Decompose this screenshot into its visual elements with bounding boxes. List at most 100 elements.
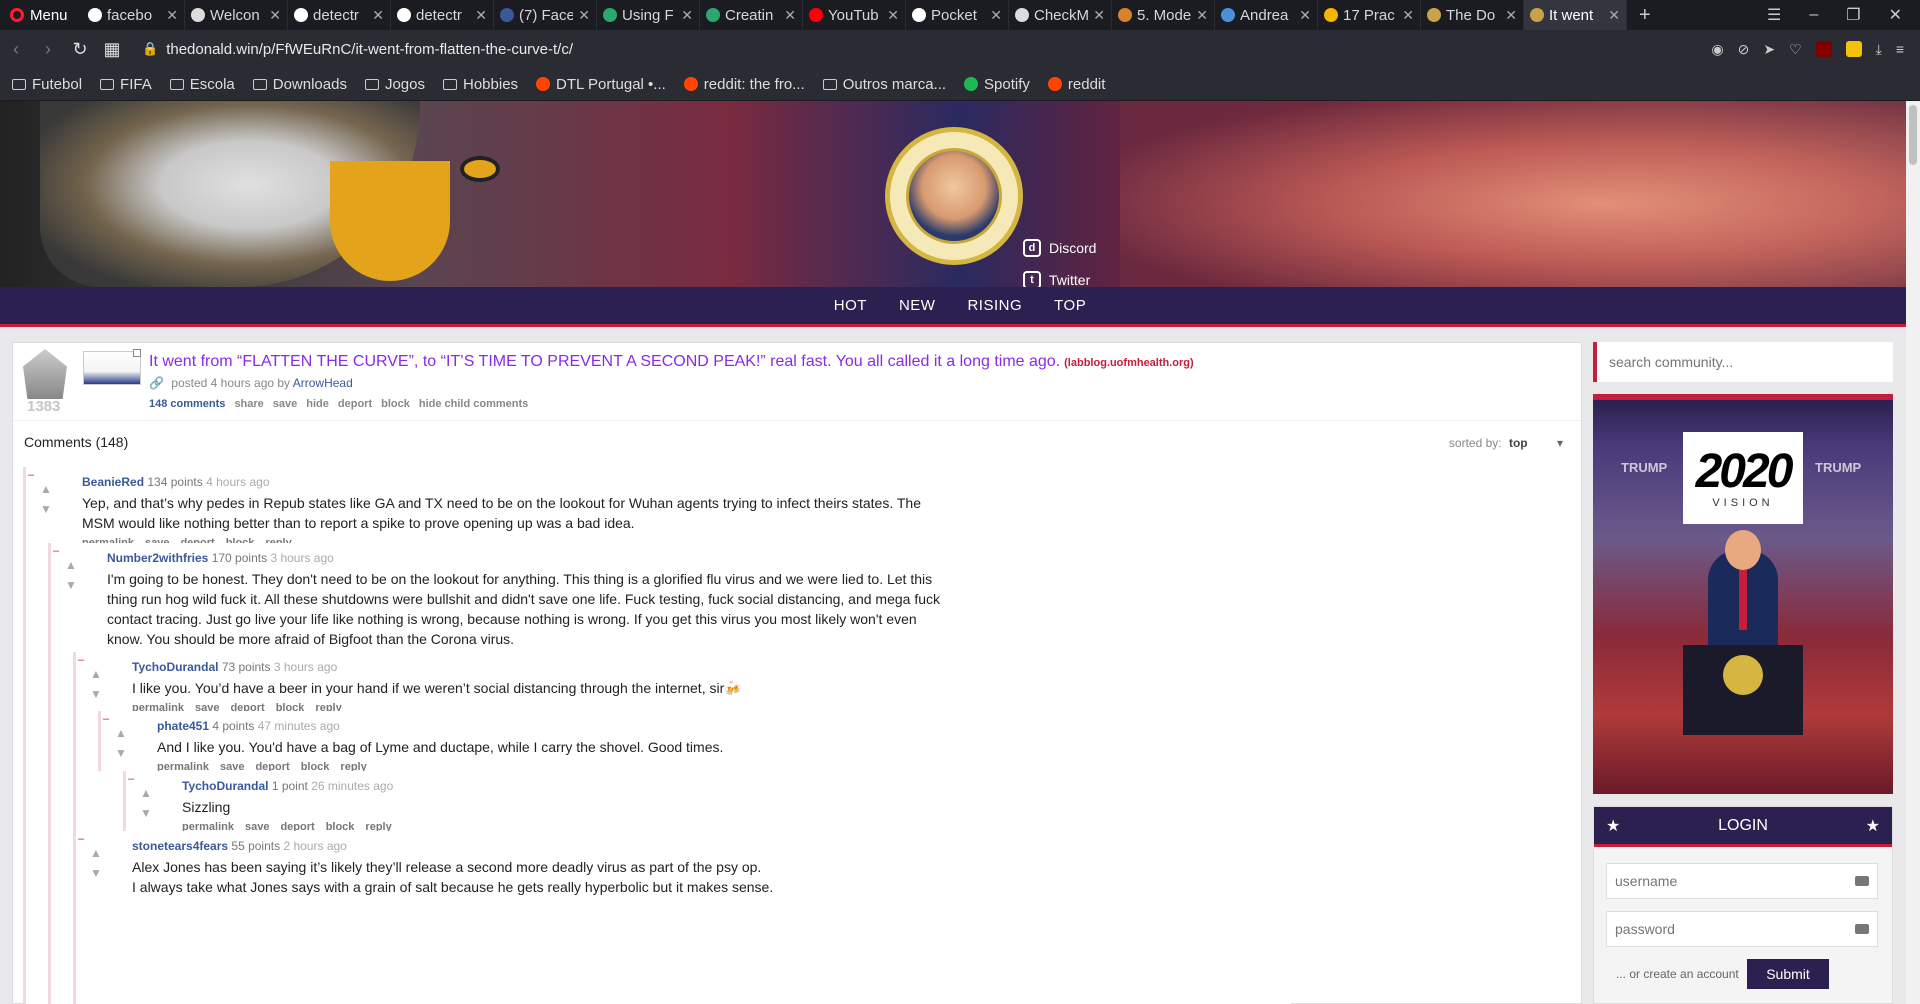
upvote-icon[interactable]: ▲ [90, 664, 102, 684]
comment-author[interactable]: TychoDurandal [132, 660, 218, 674]
tab-menu-icon[interactable]: ☰ [1767, 5, 1781, 25]
comment-author[interactable]: TychoDurandal [182, 779, 268, 793]
collapse-icon[interactable]: – [128, 773, 134, 785]
bookmark-item[interactable]: Escola [169, 76, 235, 93]
close-tab-icon[interactable]: ✕ [1299, 7, 1311, 24]
post-action-link[interactable]: deport [338, 398, 372, 410]
scrollbar-thumb[interactable] [1909, 105, 1917, 165]
social-link[interactable]: d Discord [1023, 232, 1111, 264]
browser-tab[interactable]: Creatin ✕ [700, 0, 803, 30]
page-scrollbar[interactable] [1906, 101, 1920, 1004]
post-action-link[interactable]: share [234, 398, 263, 410]
browser-tab[interactable]: Pocket ✕ [906, 0, 1009, 30]
browser-tab[interactable]: Welcon ✕ [185, 0, 288, 30]
browser-tab[interactable]: Andrea ✕ [1215, 0, 1318, 30]
nav-rising[interactable]: RISING [967, 297, 1022, 314]
upvote-icon[interactable]: ▲ [65, 555, 77, 575]
post-title[interactable]: It went from “FLATTEN THE CURVE”, to “IT… [149, 353, 1194, 371]
back-icon[interactable]: ‹ [0, 39, 32, 60]
close-tab-icon[interactable]: ✕ [1093, 7, 1105, 24]
collapse-icon[interactable]: – [103, 713, 109, 725]
collapse-icon[interactable]: – [53, 545, 59, 557]
downvote-icon[interactable]: ▼ [115, 743, 127, 763]
collapse-icon[interactable]: – [78, 654, 84, 666]
adblock-icon[interactable]: ⊘ [1738, 41, 1750, 58]
reload-icon[interactable]: ↻ [64, 39, 96, 60]
search-input[interactable] [1597, 342, 1893, 382]
collapse-icon[interactable]: – [78, 833, 84, 845]
post-action-link[interactable]: block [381, 398, 410, 410]
close-tab-icon[interactable]: ✕ [1196, 7, 1208, 24]
post-domain[interactable]: (labblog.uofmhealth.org) [1064, 357, 1194, 369]
browser-tab[interactable]: detectr ✕ [288, 0, 391, 30]
post-action-link[interactable]: save [273, 398, 297, 410]
browser-tab[interactable]: facebo ✕ [82, 0, 185, 30]
upvote-icon[interactable]: ▲ [115, 723, 127, 743]
close-tab-icon[interactable]: ✕ [1608, 7, 1620, 24]
community-avatar[interactable] [23, 349, 67, 399]
expand-icon[interactable] [133, 349, 141, 357]
post-action-link[interactable]: 148 comments [149, 398, 225, 410]
browser-tab[interactable]: YouTub ✕ [803, 0, 906, 30]
browser-tab[interactable]: 5. Mode ✕ [1112, 0, 1215, 30]
comment-author[interactable]: Number2withfries [107, 551, 208, 565]
browser-menu-button[interactable]: Menu [0, 0, 82, 30]
bookmark-item[interactable]: FIFA [100, 76, 152, 93]
bookmark-item[interactable]: Spotify [964, 76, 1030, 93]
bookmark-item[interactable]: Downloads [252, 76, 347, 93]
post-action-link[interactable]: hide child comments [419, 398, 528, 410]
social-link[interactable]: t Twitter [1023, 264, 1111, 287]
close-tab-icon[interactable]: ✕ [887, 7, 899, 24]
browser-tab[interactable]: detectr ✕ [391, 0, 494, 30]
downvote-icon[interactable]: ▼ [65, 575, 77, 595]
maximize-icon[interactable]: ❐ [1846, 5, 1860, 25]
bookmark-item[interactable]: Jogos [364, 76, 425, 93]
post-title-text[interactable]: It went from “FLATTEN THE CURVE”, to “IT… [149, 353, 1060, 370]
comment-author[interactable]: stonetears4fears [132, 839, 228, 853]
collapse-icon[interactable]: – [28, 469, 34, 481]
close-tab-icon[interactable]: ✕ [578, 7, 590, 24]
downvote-icon[interactable]: ▼ [40, 499, 52, 519]
nav-new[interactable]: NEW [899, 297, 936, 314]
browser-tab[interactable]: CheckM ✕ [1009, 0, 1112, 30]
close-tab-icon[interactable]: ✕ [475, 7, 487, 24]
close-tab-icon[interactable]: ✕ [784, 7, 796, 24]
minimize-icon[interactable]: – [1809, 6, 1818, 24]
downvote-icon[interactable]: ▼ [90, 684, 102, 704]
camera-icon[interactable]: ◉ [1711, 41, 1723, 58]
bookmark-item[interactable]: DTL Portugal •... [536, 76, 666, 93]
downvote-icon[interactable]: ▼ [140, 803, 152, 823]
url-field[interactable]: thedonald.win/p/FfWEuRnC/it-went-from-fl… [166, 41, 1711, 58]
sort-value[interactable]: top [1509, 436, 1528, 450]
bookmark-item[interactable]: reddit: the fro... [683, 76, 805, 93]
close-tab-icon[interactable]: ✕ [166, 7, 178, 24]
comment-author[interactable]: phate451 [157, 719, 209, 733]
close-tab-icon[interactable]: ✕ [1402, 7, 1414, 24]
extension-icon[interactable] [1845, 41, 1862, 57]
password-manager-icon[interactable] [1855, 924, 1869, 934]
chevron-down-icon[interactable]: ▾ [1557, 436, 1563, 450]
upvote-icon[interactable]: ▲ [140, 783, 152, 803]
close-tab-icon[interactable]: ✕ [681, 7, 693, 24]
bookmark-item[interactable]: reddit [1047, 76, 1105, 93]
new-tab-button[interactable]: + [1627, 4, 1663, 27]
nav-top[interactable]: TOP [1054, 297, 1086, 314]
create-account-link[interactable]: ... or create an account [1616, 967, 1739, 981]
close-tab-icon[interactable]: ✕ [1505, 7, 1517, 24]
browser-tab[interactable]: The Do ✕ [1421, 0, 1524, 30]
bookmark-item[interactable]: Outros marca... [822, 76, 946, 93]
easy-setup-icon[interactable]: ≡ [1896, 41, 1904, 57]
password-input[interactable] [1607, 912, 1877, 946]
close-tab-icon[interactable]: ✕ [372, 7, 384, 24]
presidential-seal-logo[interactable] [885, 127, 1023, 265]
download-icon[interactable]: ⤓ [1876, 41, 1882, 58]
browser-tab[interactable]: (7) Face ✕ [494, 0, 597, 30]
browser-tab[interactable]: 17 Prac ✕ [1318, 0, 1421, 30]
browser-tab[interactable]: Using F ✕ [597, 0, 700, 30]
speed-dial-icon[interactable]: ▦ [96, 39, 128, 60]
heart-icon[interactable]: ♡ [1789, 41, 1802, 58]
forward-icon[interactable]: › [32, 39, 64, 60]
username-input[interactable] [1607, 864, 1877, 898]
nav-hot[interactable]: HOT [834, 297, 867, 314]
sort-selector[interactable]: sorted by: top ▾ [1449, 436, 1563, 450]
